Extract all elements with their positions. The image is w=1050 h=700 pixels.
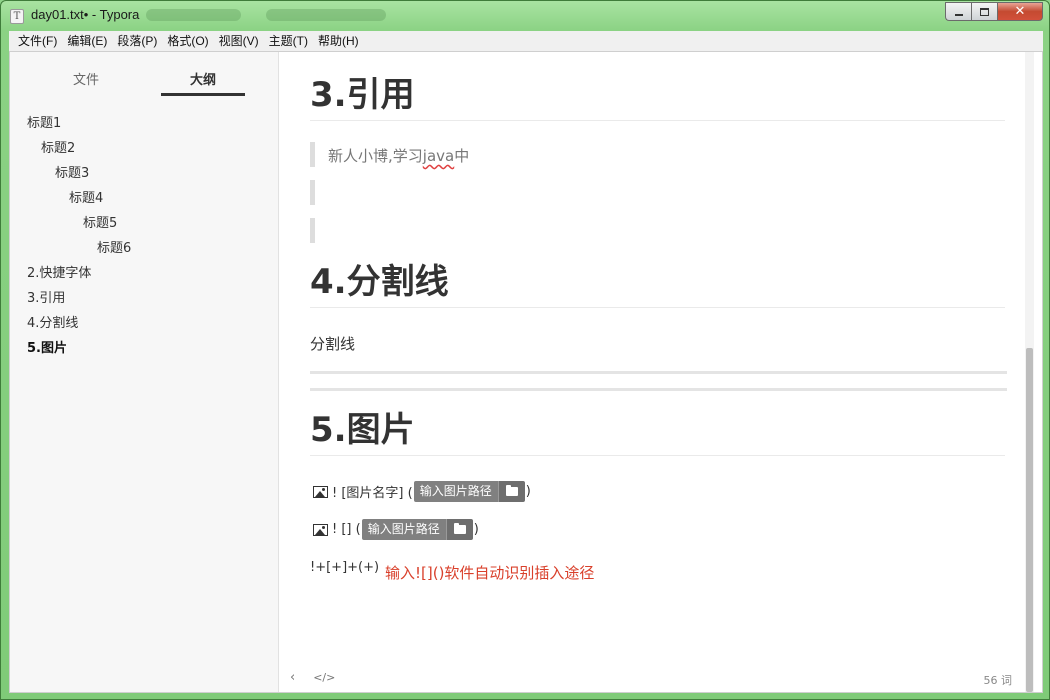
red-note[interactable]: 输入![]()软件自动识别插入途径 — [385, 562, 594, 583]
outline-item[interactable]: 标题5 — [10, 211, 279, 236]
folder-icon — [453, 523, 466, 534]
window-controls: ✕ — [945, 2, 1043, 21]
image-path-box: 输入图片路径 — [361, 519, 473, 540]
outline-item[interactable]: 标题6 — [10, 236, 279, 261]
outline-item[interactable]: 标题1 — [10, 111, 279, 136]
heading-quote[interactable]: 3.引用 — [310, 74, 1005, 121]
syntax-line[interactable]: !+[+]+(+) — [310, 560, 379, 575]
editor[interactable]: 3.引用 新人小博,学习java中 4.分割线 分割线 5.图片 ! [图片名字… — [280, 52, 1034, 692]
menu-edit[interactable]: 编辑(E) — [62, 31, 112, 51]
source-code-icon[interactable]: </> — [313, 670, 335, 686]
image-icon — [313, 485, 328, 498]
image-placeholder: ! [图片名字] ( 输入图片路径 ) — [313, 481, 531, 502]
scrollbar-thumb[interactable] — [1026, 348, 1033, 692]
horizontal-rule — [310, 371, 1007, 374]
editor-footer: ‹ </> — [290, 670, 335, 686]
image-syntax-text: ! [图片名字] ( — [332, 486, 413, 501]
maximize-button[interactable] — [971, 2, 997, 21]
client-area: 文件 大纲 标题1 标题2 标题3 标题4 标题5 标题6 2.快捷字体 3.引… — [9, 51, 1043, 693]
image-path-input[interactable]: 输入图片路径 — [361, 519, 446, 540]
misspelled-word[interactable]: java — [423, 147, 454, 165]
sidebar: 文件 大纲 标题1 标题2 标题3 标题4 标题5 标题6 2.快捷字体 3.引… — [10, 52, 279, 692]
typora-app-icon: T — [10, 9, 24, 24]
back-icon[interactable]: ‹ — [290, 670, 295, 686]
outline-item[interactable]: 标题4 — [10, 186, 279, 211]
menu-theme[interactable]: 主题(T) — [264, 31, 313, 51]
browse-folder-button[interactable] — [497, 481, 525, 502]
image-icon — [313, 523, 328, 536]
outline-item-active[interactable]: 5.图片 — [10, 336, 279, 361]
menu-view[interactable]: 视图(V) — [214, 31, 264, 51]
menu-format[interactable]: 格式(O) — [162, 31, 213, 51]
close-button[interactable]: ✕ — [997, 2, 1043, 21]
outline-item[interactable]: 3.引用 — [10, 286, 279, 311]
browse-folder-button[interactable] — [445, 519, 473, 540]
menu-bar: 文件(F) 编辑(E) 段落(P) 格式(O) 视图(V) 主题(T) 帮助(H… — [9, 31, 1043, 51]
image-path-box: 输入图片路径 — [413, 481, 525, 502]
heading-image[interactable]: 5.图片 — [310, 409, 1005, 456]
outline-item[interactable]: 4.分割线 — [10, 311, 279, 336]
menu-paragraph[interactable]: 段落(P) — [112, 31, 162, 51]
menu-file[interactable]: 文件(F) — [13, 31, 62, 51]
active-tab-indicator — [161, 93, 245, 96]
outline-list: 标题1 标题2 标题3 标题4 标题5 标题6 2.快捷字体 3.引用 4.分割… — [10, 111, 279, 361]
close-icon: ✕ — [1014, 4, 1026, 19]
heading-divider[interactable]: 4.分割线 — [310, 261, 1005, 308]
quote-text-part: 中 — [454, 147, 470, 165]
tab-outline[interactable]: 大纲 — [158, 69, 248, 88]
window-title: day01.txt• - Typora — [31, 7, 140, 22]
menu-help[interactable]: 帮助(H) — [313, 31, 364, 51]
app-window: T day01.txt• - Typora ✕ 文件(F) 编辑(E) 段落(P… — [0, 0, 1050, 700]
blockquote-bar — [310, 180, 315, 205]
horizontal-rule — [310, 388, 1007, 391]
outline-item[interactable]: 标题2 — [10, 136, 279, 161]
outline-item[interactable]: 标题3 — [10, 161, 279, 186]
title-bar[interactable]: T day01.txt• - Typora ✕ — [1, 1, 1049, 31]
maximize-icon — [980, 7, 989, 16]
image-syntax-text: ! [] ( — [332, 522, 361, 537]
tab-files[interactable]: 文件 — [41, 69, 131, 88]
image-placeholder: ! [] ( 输入图片路径 ) — [313, 519, 479, 540]
scrollbar[interactable] — [1025, 52, 1034, 692]
minimize-icon — [954, 13, 963, 16]
blockquote-text[interactable]: 新人小博,学习java中 — [328, 145, 469, 166]
folder-icon — [505, 485, 518, 496]
title-blur-decoration — [146, 9, 241, 21]
paragraph[interactable]: 分割线 — [310, 333, 355, 354]
image-syntax-text: ) — [525, 484, 531, 499]
title-blur-decoration — [266, 9, 386, 21]
minimize-button[interactable] — [945, 2, 971, 21]
quote-text-part: 新人小博,学习 — [328, 147, 423, 165]
image-syntax-text: ) — [473, 522, 479, 537]
word-count[interactable]: 56 词 — [984, 672, 1013, 688]
blockquote-bar — [310, 218, 315, 243]
blockquote-bar — [310, 142, 315, 167]
outline-item[interactable]: 2.快捷字体 — [10, 261, 279, 286]
image-path-input[interactable]: 输入图片路径 — [413, 481, 498, 502]
